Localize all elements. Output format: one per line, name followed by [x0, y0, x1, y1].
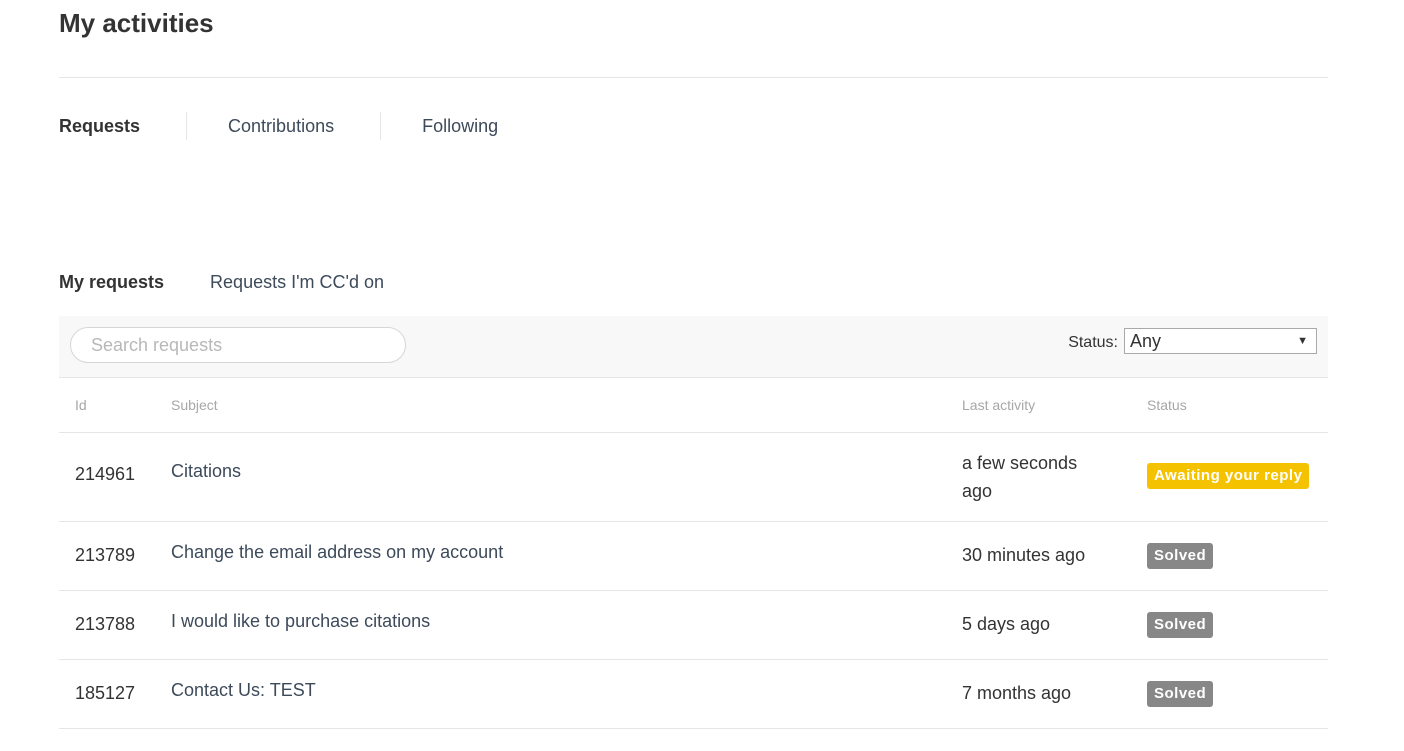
request-subject-link[interactable]: I would like to purchase citations [171, 611, 430, 632]
request-subject-link[interactable]: Change the email address on my account [171, 542, 503, 563]
request-last-activity: a few seconds ago [962, 453, 1078, 501]
status-badge: Solved [1147, 543, 1214, 569]
request-id: 213788 [75, 614, 136, 634]
title-divider [59, 77, 1328, 78]
request-id: 213789 [75, 545, 136, 565]
nav-item-contributions[interactable]: Contributions [228, 112, 334, 140]
nav-separator [186, 112, 188, 140]
status-cell: Solved [1147, 543, 1214, 569]
request-subject-link[interactable]: Citations [171, 461, 241, 482]
filter-bar: Status: Any ▼ [59, 316, 1328, 378]
status-filter: Status: Any ▼ [1068, 328, 1317, 354]
table-header: Id Subject Last activity Status [59, 378, 1328, 433]
status-badge: Solved [1147, 681, 1214, 707]
request-id: 214961 [75, 464, 136, 484]
request-last-activity: 7 months ago [962, 683, 1072, 703]
status-select-value: Any [1130, 331, 1162, 351]
activities-nav: Requests Contributions Following [59, 112, 498, 140]
column-header-id[interactable]: Id [75, 397, 87, 413]
requests-table: Id Subject Last activity Status 214961 C… [59, 378, 1328, 729]
table-row: 213788 I would like to purchase citation… [59, 591, 1328, 660]
nav-item-requests[interactable]: Requests [59, 112, 140, 140]
table-row: 213789 Change the email address on my ac… [59, 522, 1328, 591]
table-row: 185127 Contact Us: TEST 7 months ago Sol… [59, 660, 1328, 729]
tab-my-requests[interactable]: My requests [59, 268, 164, 296]
requests-subnav: My requests Requests I'm CC'd on [59, 268, 384, 296]
status-badge: Awaiting your reply [1147, 463, 1310, 489]
request-subject-link[interactable]: Contact Us: TEST [171, 680, 316, 701]
dropdown-arrow-icon: ▼ [1297, 335, 1308, 347]
request-last-activity: 5 days ago [962, 614, 1051, 634]
nav-item-following[interactable]: Following [422, 112, 498, 140]
status-badge: Solved [1147, 612, 1214, 638]
tab-requests-ccd[interactable]: Requests I'm CC'd on [210, 268, 384, 296]
page: My activities Requests Contributions Fol… [0, 0, 1404, 751]
column-header-last-activity[interactable]: Last activity [962, 397, 1035, 413]
column-header-subject[interactable]: Subject [171, 397, 218, 413]
column-header-status[interactable]: Status [1147, 397, 1187, 413]
status-cell: Awaiting your reply [1147, 463, 1310, 489]
nav-separator [380, 112, 382, 140]
status-select[interactable]: Any ▼ [1124, 328, 1317, 354]
table-row: 214961 Citations a few seconds ago Await… [59, 433, 1328, 522]
status-filter-label: Status: [1068, 334, 1118, 351]
search-input[interactable] [70, 327, 406, 363]
request-id: 185127 [75, 683, 136, 703]
status-cell: Solved [1147, 681, 1214, 707]
status-cell: Solved [1147, 612, 1214, 638]
page-title: My activities [59, 8, 214, 38]
request-last-activity: 30 minutes ago [962, 545, 1086, 565]
